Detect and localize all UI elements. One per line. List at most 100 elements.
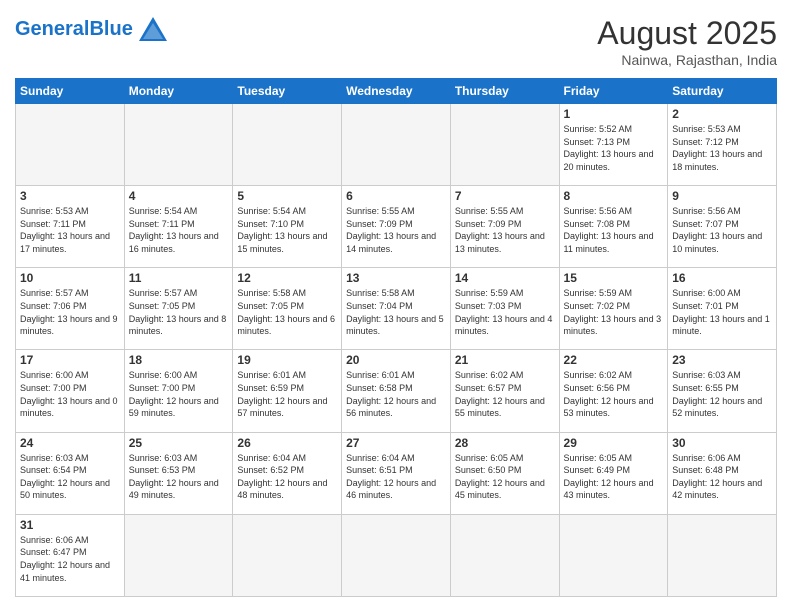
day-number: 27 (346, 436, 446, 450)
calendar-cell: 2Sunrise: 5:53 AM Sunset: 7:12 PM Daylig… (668, 104, 777, 186)
calendar-cell: 21 Sunrise: 6:02 AM Sunset: 6:57 PM Dayli… (450, 350, 559, 432)
day-info: Sunrise: 6:06 AM Sunset: 6:47 PM Dayligh… (20, 534, 120, 584)
calendar-cell (450, 514, 559, 596)
calendar-cell: 26 Sunrise: 6:04 AM Sunset: 6:52 PM Dayli… (233, 432, 342, 514)
day-number: 12 (237, 271, 337, 285)
day-info: Sunrise: 6:00 AM Sunset: 7:00 PM Dayligh… (20, 369, 120, 419)
day-info: Sunrise: 6:02 AM Sunset: 6:56 PM Dayligh… (564, 369, 664, 419)
day-info: Sunrise: 6:02 AM Sunset: 6:57 PM Dayligh… (455, 369, 555, 419)
calendar-cell: 20Sunrise: 6:01 AM Sunset: 6:58 PM Dayli… (342, 350, 451, 432)
day-number: 21 (455, 353, 555, 367)
header: GeneralBlue August 2025 Nainwa, Rajastha… (15, 15, 777, 68)
calendar-cell: 11 Sunrise: 5:57 AM Sunset: 7:05 PM Dayli… (124, 268, 233, 350)
calendar-table: Sunday Monday Tuesday Wednesday Thursday… (15, 78, 777, 597)
day-info: Sunrise: 5:58 AM Sunset: 7:04 PM Dayligh… (346, 287, 446, 337)
calendar-cell: 30Sunrise: 6:06 AM Sunset: 6:48 PM Dayli… (668, 432, 777, 514)
calendar-cell: 23 Sunrise: 6:03 AM Sunset: 6:55 PM Dayli… (668, 350, 777, 432)
logo-text: GeneralBlue (15, 18, 133, 40)
day-info: Sunrise: 6:04 AM Sunset: 6:51 PM Dayligh… (346, 452, 446, 502)
calendar-cell (124, 514, 233, 596)
logo: GeneralBlue (15, 15, 169, 43)
day-number: 28 (455, 436, 555, 450)
calendar-cell (342, 514, 451, 596)
logo-general: General (15, 18, 89, 40)
day-info: Sunrise: 6:05 AM Sunset: 6:49 PM Dayligh… (564, 452, 664, 502)
location-subtitle: Nainwa, Rajasthan, India (597, 52, 777, 68)
calendar-cell: 10Sunrise: 5:57 AM Sunset: 7:06 PM Dayli… (16, 268, 125, 350)
day-info: Sunrise: 5:54 AM Sunset: 7:11 PM Dayligh… (129, 205, 229, 255)
calendar-cell: 4Sunrise: 5:54 AM Sunset: 7:11 PM Daylig… (124, 186, 233, 268)
col-tuesday: Tuesday (233, 79, 342, 104)
calendar-cell (233, 104, 342, 186)
day-number: 5 (237, 189, 337, 203)
calendar-cell: 25 Sunrise: 6:03 AM Sunset: 6:53 PM Dayli… (124, 432, 233, 514)
day-number: 26 (237, 436, 337, 450)
calendar-cell: 29 Sunrise: 6:05 AM Sunset: 6:49 PM Dayli… (559, 432, 668, 514)
logo-icon (137, 15, 169, 43)
day-number: 13 (346, 271, 446, 285)
calendar-cell: 18Sunrise: 6:00 AM Sunset: 7:00 PM Dayli… (124, 350, 233, 432)
calendar-cell (450, 104, 559, 186)
day-number: 20 (346, 353, 446, 367)
col-wednesday: Wednesday (342, 79, 451, 104)
day-number: 31 (20, 518, 120, 532)
calendar-cell (16, 104, 125, 186)
calendar-cell: 9Sunrise: 5:56 AM Sunset: 7:07 PM Daylig… (668, 186, 777, 268)
calendar-cell: 6 Sunrise: 5:55 AM Sunset: 7:09 PM Daylig… (342, 186, 451, 268)
calendar-cell: 24 Sunrise: 6:03 AM Sunset: 6:54 PM Dayli… (16, 432, 125, 514)
day-info: Sunrise: 5:57 AM Sunset: 7:05 PM Dayligh… (129, 287, 229, 337)
col-friday: Friday (559, 79, 668, 104)
day-info: Sunrise: 5:55 AM Sunset: 7:09 PM Dayligh… (455, 205, 555, 255)
day-number: 22 (564, 353, 664, 367)
col-thursday: Thursday (450, 79, 559, 104)
day-info: Sunrise: 5:59 AM Sunset: 7:03 PM Dayligh… (455, 287, 555, 337)
day-number: 19 (237, 353, 337, 367)
day-number: 14 (455, 271, 555, 285)
calendar-cell (668, 514, 777, 596)
calendar-cell: 14 Sunrise: 5:59 AM Sunset: 7:03 PM Dayli… (450, 268, 559, 350)
calendar-cell: 7Sunrise: 5:55 AM Sunset: 7:09 PM Daylig… (450, 186, 559, 268)
day-info: Sunrise: 6:05 AM Sunset: 6:50 PM Dayligh… (455, 452, 555, 502)
calendar-cell (559, 514, 668, 596)
day-number: 3 (20, 189, 120, 203)
day-number: 23 (672, 353, 772, 367)
calendar-cell: 28 Sunrise: 6:05 AM Sunset: 6:50 PM Dayli… (450, 432, 559, 514)
day-info: Sunrise: 6:03 AM Sunset: 6:54 PM Dayligh… (20, 452, 120, 502)
day-number: 15 (564, 271, 664, 285)
calendar-cell (342, 104, 451, 186)
col-monday: Monday (124, 79, 233, 104)
day-number: 9 (672, 189, 772, 203)
day-number: 17 (20, 353, 120, 367)
day-number: 24 (20, 436, 120, 450)
day-info: Sunrise: 5:52 AM Sunset: 7:13 PM Dayligh… (564, 123, 664, 173)
calendar-cell: 19 Sunrise: 6:01 AM Sunset: 6:59 PM Dayli… (233, 350, 342, 432)
day-info: Sunrise: 6:01 AM Sunset: 6:59 PM Dayligh… (237, 369, 337, 419)
col-sunday: Sunday (16, 79, 125, 104)
day-info: Sunrise: 5:53 AM Sunset: 7:12 PM Dayligh… (672, 123, 772, 173)
calendar-cell: 17 Sunrise: 6:00 AM Sunset: 7:00 PM Dayli… (16, 350, 125, 432)
logo-blue: Blue (89, 18, 132, 40)
day-number: 25 (129, 436, 229, 450)
day-number: 1 (564, 107, 664, 121)
day-info: Sunrise: 6:00 AM Sunset: 7:00 PM Dayligh… (129, 369, 229, 419)
calendar-cell: 5Sunrise: 5:54 AM Sunset: 7:10 PM Daylig… (233, 186, 342, 268)
col-saturday: Saturday (668, 79, 777, 104)
day-number: 6 (346, 189, 446, 203)
calendar-cell: 3 Sunrise: 5:53 AM Sunset: 7:11 PM Daylig… (16, 186, 125, 268)
day-info: Sunrise: 5:58 AM Sunset: 7:05 PM Dayligh… (237, 287, 337, 337)
day-info: Sunrise: 6:03 AM Sunset: 6:53 PM Dayligh… (129, 452, 229, 502)
day-number: 8 (564, 189, 664, 203)
calendar-cell: 12 Sunrise: 5:58 AM Sunset: 7:05 PM Dayli… (233, 268, 342, 350)
page: GeneralBlue August 2025 Nainwa, Rajastha… (0, 0, 792, 612)
day-number: 11 (129, 271, 229, 285)
calendar-cell: 1 Sunrise: 5:52 AM Sunset: 7:13 PM Daylig… (559, 104, 668, 186)
calendar-cell: 15 Sunrise: 5:59 AM Sunset: 7:02 PM Dayli… (559, 268, 668, 350)
day-number: 29 (564, 436, 664, 450)
day-info: Sunrise: 5:55 AM Sunset: 7:09 PM Dayligh… (346, 205, 446, 255)
title-block: August 2025 Nainwa, Rajasthan, India (597, 15, 777, 68)
day-info: Sunrise: 5:53 AM Sunset: 7:11 PM Dayligh… (20, 205, 120, 255)
day-info: Sunrise: 6:03 AM Sunset: 6:55 PM Dayligh… (672, 369, 772, 419)
day-info: Sunrise: 6:04 AM Sunset: 6:52 PM Dayligh… (237, 452, 337, 502)
day-info: Sunrise: 5:59 AM Sunset: 7:02 PM Dayligh… (564, 287, 664, 337)
day-info: Sunrise: 5:57 AM Sunset: 7:06 PM Dayligh… (20, 287, 120, 337)
